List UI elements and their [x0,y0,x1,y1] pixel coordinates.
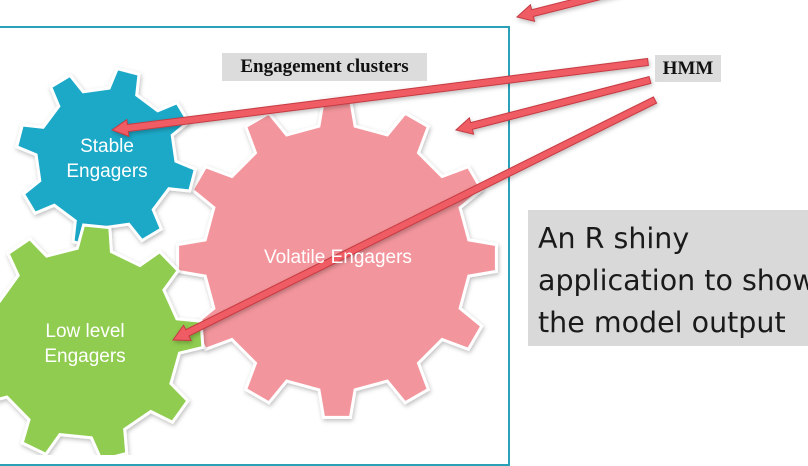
hmm-label: HMM [655,55,721,82]
diagram-title: Engagement clusters [222,53,427,81]
stable-engagers-label: Stable Engagers [66,136,148,182]
low-level-engagers-label: Low level Engagers [44,321,126,367]
note-text: An R shiny application to show the model… [538,222,808,339]
volatile-engagers-label: Volatile Engagers [264,247,412,268]
diagram-canvas: Engagement clusters HMM An R shiny appli… [0,0,808,466]
note-box: An R shiny application to show the model… [528,210,808,346]
arrow-top-offscreen [515,0,601,22]
